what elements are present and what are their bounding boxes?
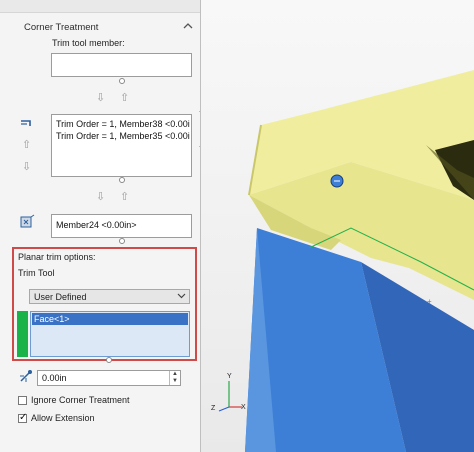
panel-top-strip [0, 0, 200, 13]
property-manager-panel: Corner Treatment Trim tool member: ⇩ ⇧ ⇧… [0, 0, 201, 452]
member-icon [19, 214, 35, 232]
distance-input[interactable]: 0.00in ▲ ▼ [37, 370, 181, 386]
list-item[interactable]: Trim Order = 1, Member35 <0.00i [56, 131, 190, 141]
ignore-corner-label: Ignore Corner Treatment [31, 395, 130, 405]
move-up-icon[interactable]: ⇧ [120, 192, 129, 203]
section-header-corner-treatment[interactable]: Corner Treatment [24, 22, 98, 33]
planar-trim-label: Planar trim options: [18, 252, 96, 262]
svg-text:+: + [427, 297, 432, 306]
trim-order-list[interactable]: Trim Order = 1, Member38 <0.00i Trim Ord… [51, 114, 192, 177]
chevron-down-icon [177, 291, 186, 302]
list-down-icon[interactable]: ⇩ [22, 162, 31, 173]
spinner-arrows[interactable]: ▲ ▼ [169, 371, 180, 385]
list-item[interactable]: Trim Order = 1, Member38 <0.00i [56, 119, 190, 129]
move-down-icon[interactable]: ⇩ [96, 192, 105, 203]
list-item[interactable]: Face<1> [32, 313, 188, 325]
move-up-icon[interactable]: ⇧ [120, 93, 129, 104]
chevron-up-icon[interactable] [183, 21, 193, 31]
allow-extension-checkbox[interactable]: ✓ [18, 412, 28, 423]
triad-x-label: X [241, 404, 246, 411]
trim-order-icon [20, 118, 34, 130]
trim-tool-label: Trim Tool [18, 268, 55, 278]
trim-tool-member-field[interactable] [51, 53, 192, 77]
list-grip-dot[interactable] [119, 177, 125, 183]
member-field[interactable]: Member24 <0.00in> [51, 214, 192, 238]
trim-tool-select[interactable]: User Defined [29, 289, 190, 304]
trim-tool-member-label: Trim tool member: [52, 38, 125, 48]
list-grip-dot[interactable] [106, 357, 112, 363]
face-selection-list[interactable]: Face<1> [30, 311, 190, 357]
checkmark-icon: ✓ [19, 412, 28, 423]
list-up-icon[interactable]: ⇧ [22, 140, 31, 151]
selection-color-swatch [17, 311, 28, 357]
field-grip-dot[interactable] [119, 78, 125, 84]
distance-icon [18, 369, 34, 387]
graphics-viewport[interactable]: + Y Z X [201, 0, 474, 452]
ignore-corner-checkbox[interactable] [18, 396, 27, 405]
move-down-icon[interactable]: ⇩ [96, 93, 105, 104]
field-grip-dot[interactable] [119, 238, 125, 244]
triad-z-label: Z [211, 405, 216, 412]
triad-y-label: Y [227, 373, 232, 380]
allow-extension-label: Allow Extension [31, 413, 95, 423]
